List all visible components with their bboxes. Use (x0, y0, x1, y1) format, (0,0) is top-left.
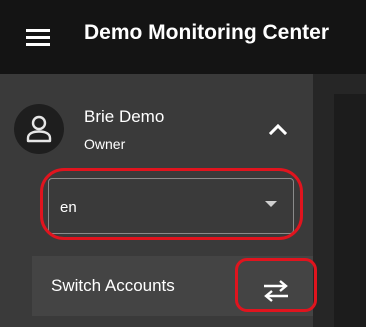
app-title: Demo Monitoring Center (84, 21, 329, 44)
app-window: Demo Monitoring Center Brie Demo Owner e… (0, 0, 366, 327)
avatar (14, 104, 64, 154)
main-content-panel (334, 94, 366, 327)
language-select[interactable]: en (48, 178, 294, 234)
caret-down-icon (265, 201, 277, 207)
language-select-value: en (60, 199, 77, 216)
chevron-up-icon (269, 123, 287, 135)
hamburger-menu-icon (26, 29, 50, 46)
menu-button[interactable] (18, 17, 58, 57)
swap-arrows-icon (264, 280, 288, 302)
person-icon (26, 115, 52, 143)
user-name: Brie Demo (84, 107, 165, 126)
collapse-user-menu-button[interactable] (262, 114, 294, 144)
user-role: Owner (84, 136, 126, 152)
app-bar: Demo Monitoring Center (0, 0, 366, 74)
switch-accounts-label: Switch Accounts (51, 276, 175, 295)
switch-accounts-button[interactable] (244, 272, 308, 310)
